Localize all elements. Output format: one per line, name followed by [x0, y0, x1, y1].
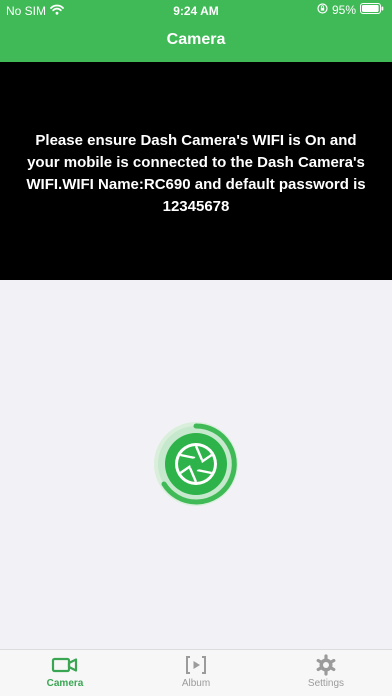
battery-icon: [360, 3, 384, 17]
camera-screen: No SIM 9:24 AM 95% Camera Please ensure …: [0, 0, 392, 696]
tab-camera-label: Camera: [46, 678, 84, 689]
app-header: No SIM 9:24 AM 95% Camera: [0, 0, 392, 62]
battery-percent: 95%: [331, 3, 356, 17]
tab-album-label: Album: [181, 678, 211, 689]
loading-spinner: [152, 420, 240, 508]
aperture-icon: [178, 445, 214, 483]
tab-settings[interactable]: Settings: [286, 654, 366, 694]
orientation-lock-icon: [317, 3, 328, 17]
gear-icon: [311, 654, 341, 676]
camera-preview[interactable]: Please ensure Dash Camera's WIFI is On a…: [0, 62, 392, 280]
tab-bar: Camera Album Settings: [0, 649, 392, 696]
main-content: [0, 280, 392, 650]
video-camera-icon: [50, 654, 80, 676]
page-title: Camera: [166, 31, 226, 48]
tab-album[interactable]: Album: [156, 654, 236, 694]
status-bar: No SIM 9:24 AM 95%: [0, 0, 392, 22]
status-right: 95%: [317, 3, 384, 17]
wifi-notice-text: Please ensure Dash Camera's WIFI is On a…: [26, 132, 366, 215]
tab-camera[interactable]: Camera: [25, 654, 105, 694]
tab-settings-label: Settings: [307, 678, 345, 689]
album-icon: [181, 654, 211, 676]
